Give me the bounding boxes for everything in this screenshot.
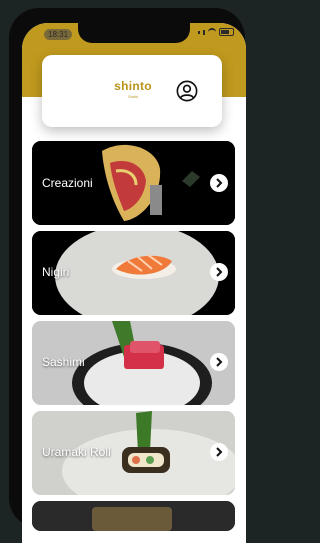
category-label: Creazioni — [42, 176, 93, 190]
brand-tagline: Sushi — [127, 94, 138, 99]
chevron-right-icon[interactable] — [209, 442, 229, 462]
signal-icon — [203, 29, 205, 35]
category-card-uramaki-roll[interactable]: Uramaki Roll — [32, 411, 235, 495]
next-category-image — [32, 501, 235, 531]
chevron-right-icon[interactable] — [209, 173, 229, 193]
category-card-creazioni[interactable]: Creazioni — [32, 141, 235, 225]
signal-icon — [198, 30, 200, 34]
status-icons — [198, 28, 234, 36]
category-label: Sashimi — [42, 355, 85, 369]
battery-icon — [219, 28, 234, 36]
logo-card: shinto Sushi — [42, 55, 222, 127]
category-card-sashimi[interactable]: Sashimi — [32, 321, 235, 405]
category-card-nigiri[interactable]: Nigiri — [32, 231, 235, 315]
status-time: 18:31 — [44, 29, 73, 40]
app-screen: 18:31 shinto Sushi Creazioni Nigiri Sash… — [22, 23, 246, 543]
camera-notch — [78, 23, 190, 43]
status-bar: 18:31 — [22, 23, 246, 45]
chevron-right-icon[interactable] — [209, 262, 229, 282]
brand-name: shinto — [114, 79, 152, 93]
brand-logo[interactable]: shinto Sushi — [108, 79, 158, 99]
wifi-icon — [208, 28, 216, 36]
category-label: Uramaki Roll — [42, 445, 111, 459]
category-card-next[interactable] — [32, 501, 235, 531]
user-circle-icon[interactable] — [176, 80, 198, 102]
chevron-right-icon[interactable] — [209, 352, 229, 372]
category-label: Nigiri — [42, 265, 70, 279]
